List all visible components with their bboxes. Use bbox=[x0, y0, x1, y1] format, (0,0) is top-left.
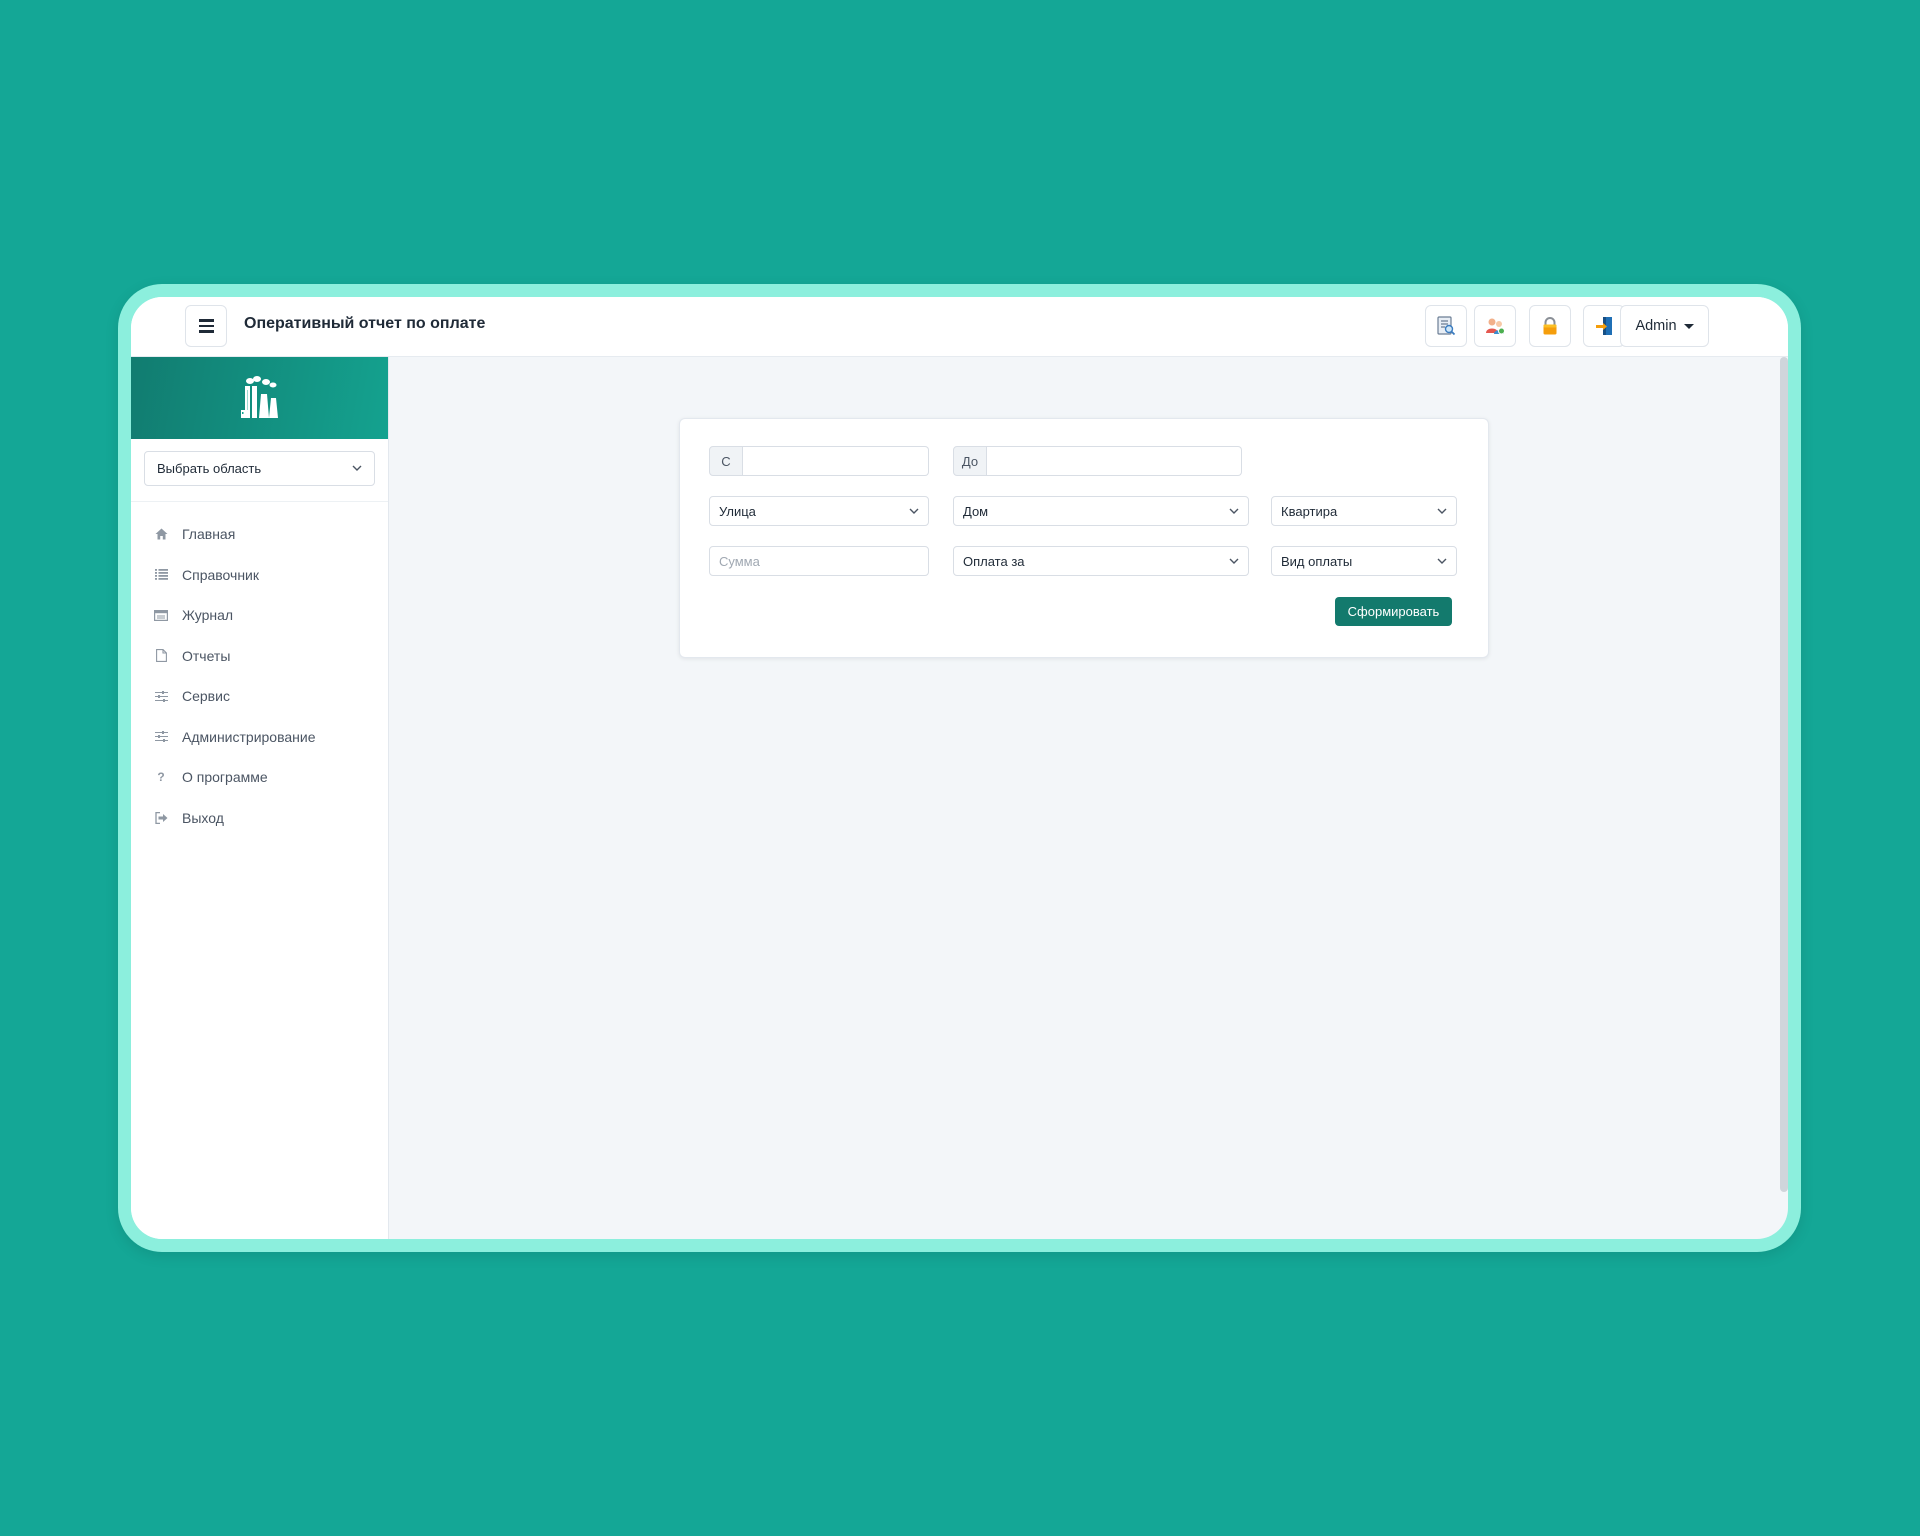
sidebar-item-service[interactable]: Сервис bbox=[131, 676, 388, 717]
chevron-down-icon bbox=[1437, 558, 1447, 564]
device-frame: Оперативный отчет по оплате Admin Выбрат… bbox=[118, 284, 1801, 1252]
sidebar-item-label: Главная bbox=[182, 526, 236, 543]
hamburger-icon bbox=[198, 317, 214, 334]
area-select-label: Выбрать область bbox=[157, 461, 262, 476]
sidebar-item-label: Администрирование bbox=[182, 728, 316, 745]
sidebar-item-reports[interactable]: Отчеты bbox=[131, 636, 388, 677]
sum-input[interactable]: Сумма bbox=[709, 546, 929, 576]
chevron-down-icon bbox=[1229, 558, 1239, 564]
users-button[interactable] bbox=[1474, 305, 1516, 347]
payment-for-select-label: Оплата за bbox=[963, 553, 1025, 569]
question-icon: ? bbox=[157, 770, 165, 785]
hamburger-menu-button[interactable] bbox=[185, 305, 227, 347]
factory-icon bbox=[240, 376, 278, 418]
payment-type-select-label: Вид оплаты bbox=[1281, 553, 1353, 569]
street-select-label: Улица bbox=[719, 503, 756, 519]
sidebar-item-label: Журнал bbox=[182, 607, 234, 624]
scrollbar[interactable] bbox=[1780, 357, 1788, 1192]
lock-icon bbox=[1543, 317, 1557, 335]
list-icon bbox=[154, 568, 168, 582]
street-select[interactable]: Улица bbox=[709, 496, 929, 526]
sidebar-item-label: О программе bbox=[182, 769, 268, 786]
caret-down-icon bbox=[1683, 323, 1694, 329]
payment-type-select[interactable]: Вид оплаты bbox=[1271, 546, 1457, 576]
top-bar: Оперативный отчет по оплате Admin bbox=[131, 297, 1788, 357]
page-title: Оперативный отчет по оплате bbox=[244, 315, 486, 332]
sidebar-item-about[interactable]: ? О программе bbox=[131, 757, 388, 798]
date-from-input[interactable] bbox=[743, 446, 929, 476]
sliders-icon bbox=[154, 730, 168, 744]
report-search-button[interactable] bbox=[1425, 305, 1467, 347]
lock-button[interactable] bbox=[1529, 305, 1571, 347]
sidebar-item-journal[interactable]: Журнал bbox=[131, 595, 388, 636]
user-name: Admin bbox=[1635, 318, 1677, 334]
chevron-down-icon bbox=[352, 465, 362, 471]
report-search-icon bbox=[1437, 316, 1456, 336]
sidebar-item-label: Справочник bbox=[182, 566, 259, 583]
apartment-select[interactable]: Квартира bbox=[1271, 496, 1457, 526]
home-icon bbox=[154, 527, 168, 541]
chevron-down-icon bbox=[1229, 508, 1239, 514]
sidebar-item-logout[interactable]: Выход bbox=[131, 798, 388, 839]
exit-door-icon bbox=[1596, 317, 1612, 335]
document-icon bbox=[154, 649, 168, 663]
sidebar-item-administration[interactable]: Администрирование bbox=[131, 717, 388, 758]
date-from-label: С bbox=[709, 446, 743, 476]
sidebar-brand bbox=[131, 357, 388, 439]
date-to-label: До bbox=[953, 446, 987, 476]
sidebar-item-label: Выход bbox=[182, 809, 224, 826]
sum-input-placeholder: Сумма bbox=[719, 553, 760, 569]
app-window: Оперативный отчет по оплате Admin Выбрат… bbox=[131, 297, 1788, 1239]
sliders-icon bbox=[154, 689, 168, 703]
sidebar-item-label: Сервис bbox=[182, 688, 230, 705]
payment-for-select[interactable]: Оплата за bbox=[953, 546, 1249, 576]
sidebar: Выбрать область Главная Справочник Журна… bbox=[131, 357, 389, 1239]
sidebar-item-label: Отчеты bbox=[182, 647, 231, 664]
date-to-input[interactable] bbox=[987, 446, 1242, 476]
apartment-select-label: Квартира bbox=[1281, 503, 1338, 519]
generate-report-button[interactable]: Сформировать bbox=[1335, 597, 1452, 626]
sidebar-divider bbox=[131, 501, 388, 502]
report-filter-card: С До Улица Дом Квартира Сумма Оплата за … bbox=[679, 418, 1489, 658]
sidebar-item-reference[interactable]: Справочник bbox=[131, 555, 388, 596]
house-select[interactable]: Дом bbox=[953, 496, 1249, 526]
exit-button[interactable] bbox=[1583, 305, 1625, 347]
sidebar-nav: Главная Справочник Журнал Отчеты Сервис … bbox=[131, 514, 388, 838]
sidebar-item-home[interactable]: Главная bbox=[131, 514, 388, 555]
users-icon bbox=[1486, 318, 1505, 335]
chevron-down-icon bbox=[1437, 508, 1447, 514]
sign-out-icon bbox=[154, 811, 168, 825]
user-menu-button[interactable]: Admin bbox=[1620, 305, 1709, 347]
journal-icon bbox=[154, 608, 168, 622]
chevron-down-icon bbox=[909, 508, 919, 514]
area-select[interactable]: Выбрать область bbox=[144, 451, 375, 486]
house-select-label: Дом bbox=[963, 503, 989, 519]
